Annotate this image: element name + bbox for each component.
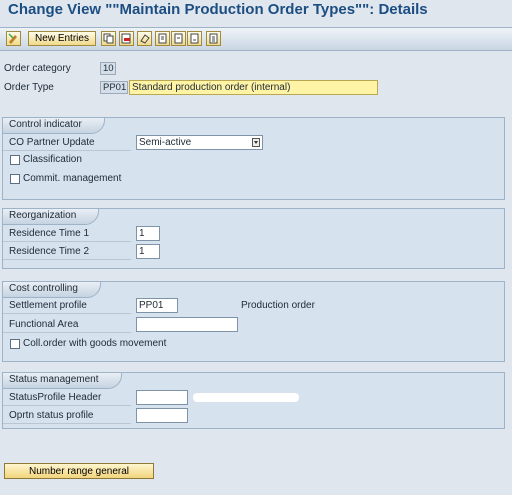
- coll-order-checkbox[interactable]: [10, 339, 20, 349]
- co-partner-dropdown[interactable]: Semi-active: [136, 135, 263, 150]
- previous-entry-icon[interactable]: [171, 31, 186, 46]
- copy-icon[interactable]: [101, 31, 116, 46]
- residence-time-2-label: Residence Time 2: [3, 244, 131, 260]
- new-entries-button[interactable]: New Entries: [28, 31, 96, 46]
- status-profile-header-input[interactable]: [136, 390, 188, 405]
- order-type-field: PP01: [100, 81, 128, 94]
- control-indicator-title: Control indicator: [2, 117, 105, 134]
- commit-management-checkbox[interactable]: [10, 174, 20, 184]
- control-indicator-group: Control indicator CO Partner Update Semi…: [2, 117, 505, 200]
- functional-area-label: Functional Area: [3, 317, 131, 333]
- functional-area-input[interactable]: [136, 317, 238, 332]
- number-range-general-button[interactable]: Number range general: [4, 463, 154, 479]
- oprtn-status-profile-label: Oprtn status profile: [3, 408, 131, 424]
- co-partner-value: Semi-active: [139, 137, 192, 148]
- settlement-profile-label: Settlement profile: [3, 298, 131, 314]
- last-entry-icon[interactable]: [206, 31, 221, 46]
- next-entry-icon[interactable]: [187, 31, 202, 46]
- reorganization-group: Reorganization Residence Time 1 1 Reside…: [2, 208, 505, 269]
- order-type-description[interactable]: Standard production order (internal): [129, 80, 378, 95]
- undo-icon[interactable]: [137, 31, 152, 46]
- edit-toggle-icon[interactable]: [6, 31, 21, 46]
- delete-icon[interactable]: [119, 31, 134, 46]
- commit-management-label: Commit. management: [23, 173, 122, 184]
- residence-time-1-input[interactable]: 1: [136, 226, 160, 241]
- settlement-profile-input[interactable]: PP01: [136, 298, 178, 313]
- status-management-title: Status management: [2, 372, 122, 389]
- classification-checkbox[interactable]: [10, 155, 20, 165]
- redacted-description: [193, 393, 299, 402]
- residence-time-2-input[interactable]: 1: [136, 244, 160, 259]
- co-partner-label: CO Partner Update: [3, 135, 131, 151]
- application-toolbar: New Entries: [0, 27, 512, 51]
- first-entry-icon[interactable]: [155, 31, 170, 46]
- classification-label: Classification: [23, 154, 82, 165]
- oprtn-status-profile-input[interactable]: [136, 408, 188, 423]
- residence-time-1-label: Residence Time 1: [3, 226, 131, 242]
- page-title: Change View ""Maintain Production Order …: [8, 1, 428, 18]
- order-category-field: 10: [100, 62, 116, 75]
- coll-order-label: Coll.order with goods movement: [23, 338, 167, 349]
- order-type-label: Order Type: [4, 82, 54, 93]
- cost-controlling-title: Cost controlling: [2, 281, 101, 298]
- status-profile-header-label: StatusProfile Header: [3, 390, 131, 406]
- cost-controlling-group: Cost controlling Settlement profile PP01…: [2, 281, 505, 362]
- settlement-profile-description: Production order: [241, 300, 315, 311]
- dropdown-icon[interactable]: [252, 138, 260, 147]
- reorganization-title: Reorganization: [2, 208, 100, 225]
- status-management-group: Status management StatusProfile Header O…: [2, 372, 505, 429]
- order-category-label: Order category: [4, 63, 71, 74]
